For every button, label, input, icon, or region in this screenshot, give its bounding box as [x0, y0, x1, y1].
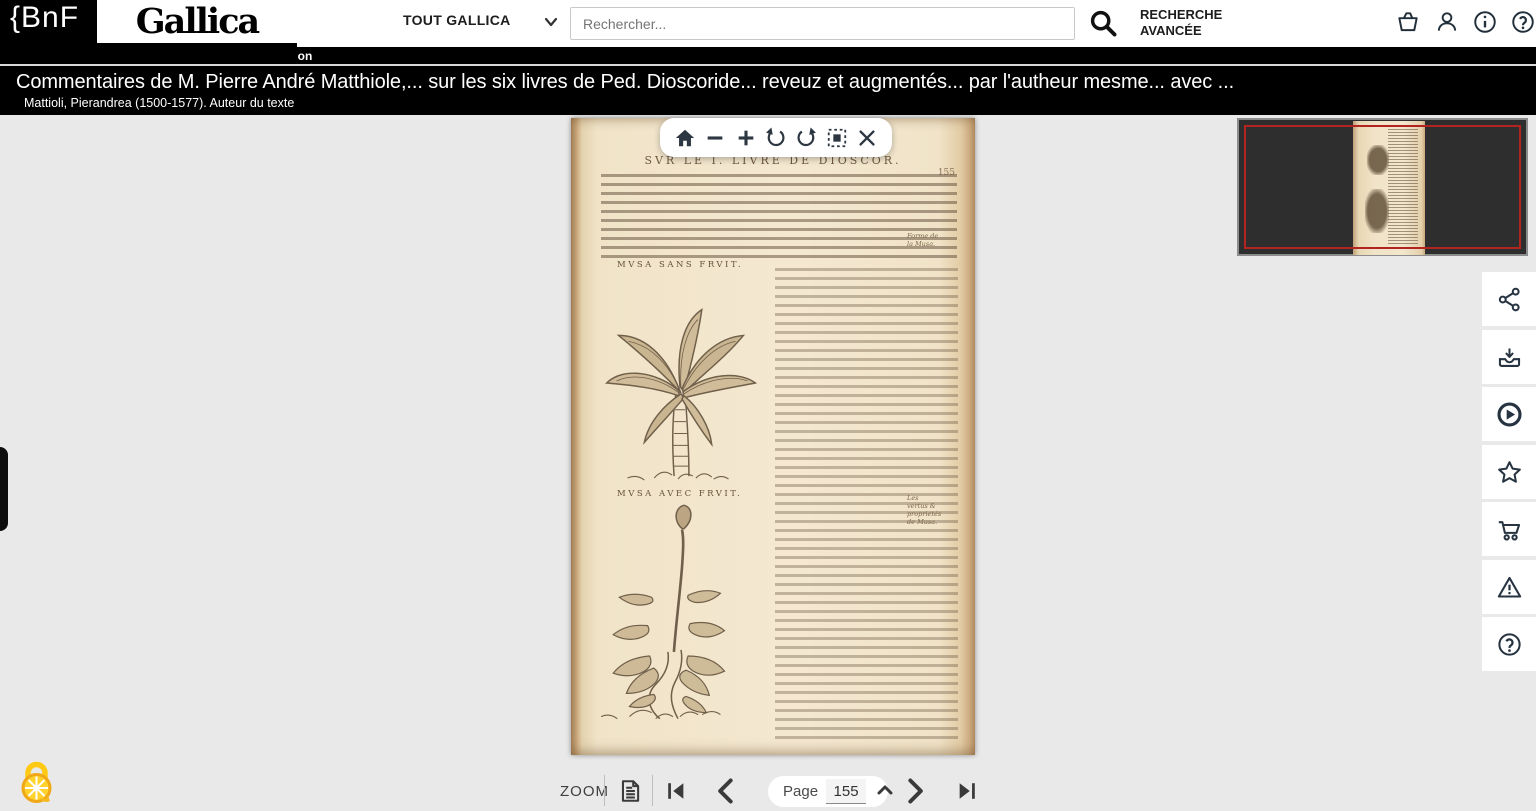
figure1-caption: MVSA SANS FRVIT.	[617, 260, 743, 270]
search-box	[570, 7, 1075, 40]
page-up-icon[interactable]	[876, 783, 894, 800]
figure2-caption: MVSA AVEC FRVIT.	[617, 489, 742, 499]
gallica-logo: Gallica	[136, 4, 258, 39]
contents-icon[interactable]	[617, 778, 643, 804]
zoom-out-icon[interactable]	[702, 125, 728, 151]
minimap-navigator[interactable]	[1237, 118, 1528, 256]
select-zone-icon[interactable]	[824, 125, 850, 151]
page-label: Page	[783, 783, 818, 800]
woodcut-musa-avec-fruit	[589, 504, 771, 722]
divider	[652, 775, 653, 806]
document-author: Mattioli, Pierandrea (1500-1577). Auteur…	[24, 96, 294, 110]
help-icon[interactable]	[1510, 9, 1536, 35]
scope-selector[interactable]: TOUT GALLICA	[403, 12, 511, 28]
close-icon[interactable]	[854, 125, 880, 151]
divider	[604, 775, 605, 806]
advanced-search-line1: RECHERCHE	[1140, 7, 1222, 23]
previous-page-icon[interactable]	[712, 777, 740, 805]
home-icon[interactable]	[672, 125, 698, 151]
search-input[interactable]	[570, 7, 1075, 40]
scanned-page[interactable]: SVR LE I. LIVRE DE DIOSCOR. 155 MVSA SAN…	[571, 118, 975, 755]
last-page-icon[interactable]	[956, 780, 978, 802]
first-page-icon[interactable]	[665, 780, 687, 802]
share-icon[interactable]	[1482, 272, 1536, 326]
advanced-search-line2: AVANCÉE	[1140, 23, 1222, 39]
zoom-label: ZOOM	[560, 783, 609, 800]
minimap-viewport[interactable]	[1244, 125, 1521, 249]
woodcut-musa-sans-fruit	[595, 276, 767, 484]
left-panel-handle[interactable]	[0, 447, 8, 531]
advanced-search-link[interactable]: RECHERCHE AVANCÉE	[1140, 7, 1222, 39]
page-navigation: ZOOM Page	[0, 770, 1536, 811]
viewer-canvas[interactable]: SVR LE I. LIVRE DE DIOSCOR. 155 MVSA SAN…	[0, 115, 1536, 811]
margin-note: Forme de la Musa.	[907, 232, 941, 248]
image-toolbar	[660, 118, 892, 157]
chevron-down-icon[interactable]	[544, 17, 558, 27]
document-titlebar: Commentaires de M. Pierre André Matthiol…	[0, 66, 1536, 115]
user-icon[interactable]	[1434, 9, 1460, 35]
gallica-logo-box[interactable]: Gallica	[97, 0, 297, 43]
next-page-icon[interactable]	[901, 777, 929, 805]
page-text-block	[601, 174, 957, 264]
privacy-consent-lock-icon[interactable]	[18, 758, 56, 804]
gallica-viewer-app: TOUT GALLICA RECHERCHE AVANCÉE {BnF Gall…	[0, 0, 1536, 811]
cart-icon[interactable]	[1482, 502, 1536, 556]
page-number-input[interactable]	[826, 779, 866, 804]
margin-note: Les vertus & proprietés de Musa.	[907, 494, 941, 526]
brand-block: {BnF Gallica	[0, 0, 297, 64]
divider	[0, 64, 1536, 66]
help-circle-icon[interactable]	[1482, 617, 1536, 671]
basket-icon[interactable]	[1395, 9, 1421, 35]
info-icon[interactable]	[1472, 9, 1498, 35]
download-icon[interactable]	[1482, 330, 1536, 384]
search-icon[interactable]	[1088, 8, 1118, 38]
star-icon[interactable]	[1482, 445, 1536, 499]
warning-icon[interactable]	[1482, 560, 1536, 614]
zoom-in-icon[interactable]	[733, 125, 759, 151]
bnf-logo[interactable]: {BnF	[10, 1, 79, 35]
page-number-control: Page	[768, 776, 888, 807]
rotate-left-icon[interactable]	[763, 125, 789, 151]
rotate-right-icon[interactable]	[793, 125, 819, 151]
page-title: Commentaires de M. Pierre André Matthiol…	[16, 71, 1516, 94]
play-icon[interactable]	[1482, 387, 1536, 441]
